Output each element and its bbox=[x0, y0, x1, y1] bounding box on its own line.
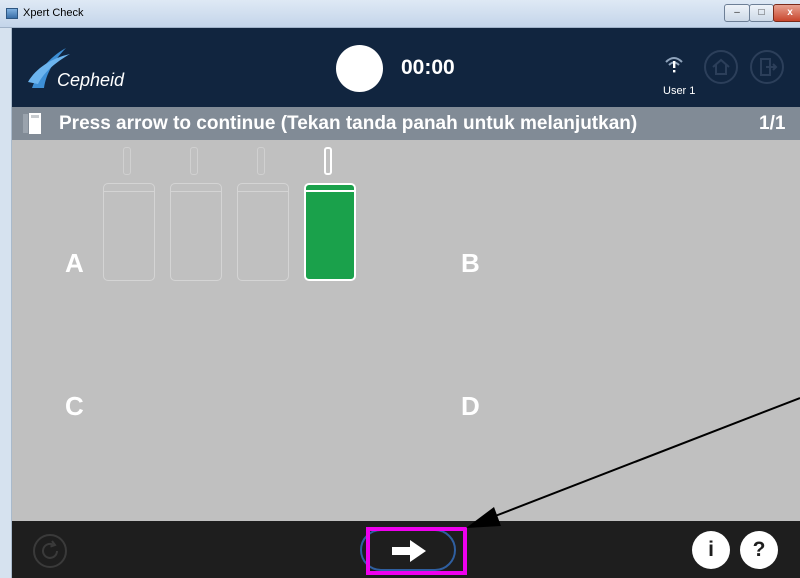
home-icon bbox=[712, 58, 730, 75]
logout-button[interactable] bbox=[750, 50, 784, 84]
module-body bbox=[237, 183, 289, 281]
module-handle bbox=[123, 147, 131, 175]
info-button[interactable]: i bbox=[692, 531, 730, 569]
quadrant-label-a: A bbox=[65, 248, 84, 278]
logo-text: Cepheid bbox=[57, 70, 125, 90]
reset-button[interactable] bbox=[33, 534, 67, 568]
quadrant-label-c: C bbox=[65, 391, 84, 421]
window-title: Xpert Check bbox=[23, 7, 84, 19]
instruction-bar: Press arrow to continue (Tekan tanda pan… bbox=[12, 107, 800, 140]
maximize-button[interactable]: □ bbox=[749, 4, 774, 22]
refresh-icon bbox=[42, 540, 58, 559]
timer: 00:00 bbox=[401, 56, 455, 79]
module-body bbox=[103, 183, 155, 281]
app-header: Cepheid 00:00 User 1 bbox=[12, 28, 800, 107]
window-titlebar: Xpert Check – □ x bbox=[0, 0, 800, 28]
instruction-text: Press arrow to continue (Tekan tanda pan… bbox=[59, 113, 638, 134]
minimize-button[interactable]: – bbox=[724, 4, 750, 22]
page-counter: 1/1 bbox=[759, 113, 786, 134]
window-frame bbox=[0, 28, 12, 578]
signal-user-icon bbox=[665, 57, 683, 73]
logout-icon bbox=[760, 58, 778, 76]
home-button[interactable] bbox=[704, 50, 738, 84]
module-handle bbox=[257, 147, 265, 175]
module-body bbox=[170, 183, 222, 281]
module-body bbox=[304, 183, 356, 281]
user-label: User 1 bbox=[663, 85, 696, 97]
app-icon bbox=[6, 8, 18, 19]
app-area: Cepheid 00:00 User 1 Press arrow to cont… bbox=[12, 28, 800, 578]
document-icon bbox=[23, 113, 41, 134]
module-handle bbox=[190, 147, 198, 175]
module-handle bbox=[324, 147, 332, 175]
highlight-annotation bbox=[366, 527, 467, 575]
help-button[interactable]: ? bbox=[740, 531, 778, 569]
status-circle bbox=[336, 45, 383, 92]
quadrant-label-b: B bbox=[461, 248, 480, 278]
close-button[interactable]: x bbox=[773, 4, 800, 22]
quadrant-label-d: D bbox=[461, 391, 480, 421]
